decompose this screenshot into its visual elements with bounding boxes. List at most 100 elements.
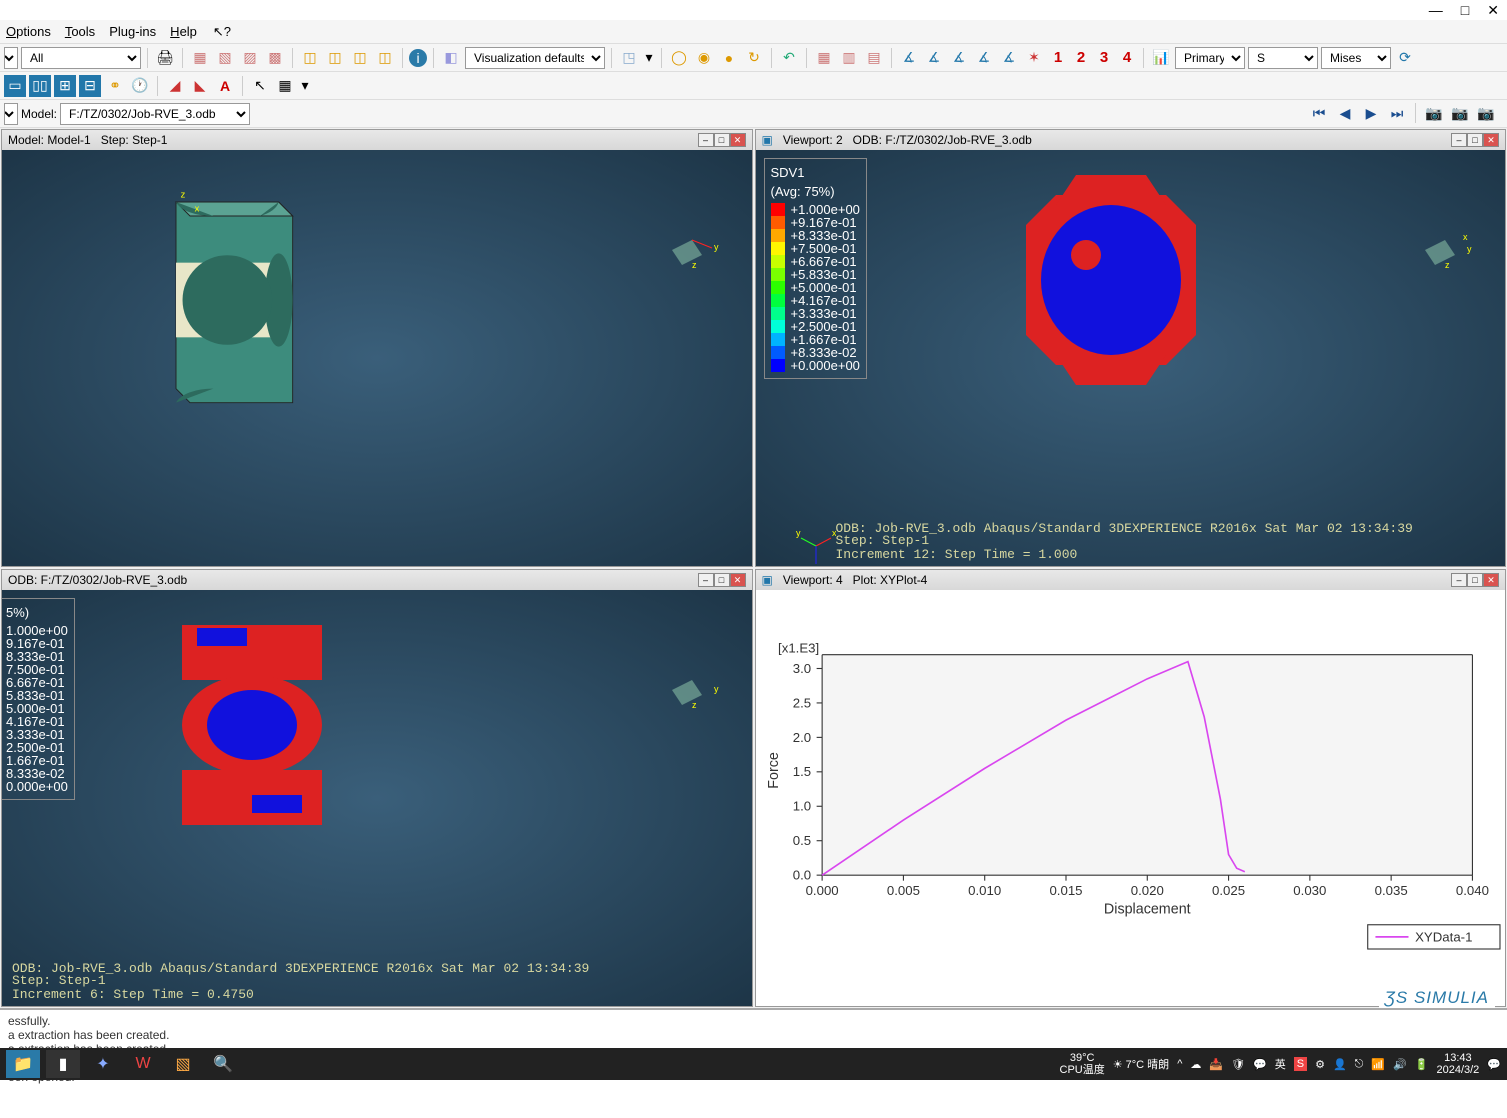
vp-double-icon[interactable]: ▯▯ bbox=[29, 75, 51, 97]
box-1-icon[interactable]: ◫ bbox=[299, 47, 321, 69]
first-frame-button[interactable]: ⏮ bbox=[1308, 103, 1330, 125]
taskbar-terminal-icon[interactable]: ▮ bbox=[46, 1050, 80, 1078]
cpu-temp-widget[interactable]: 39°CCPU温度 bbox=[1060, 1052, 1105, 1076]
cube-fill-icon[interactable]: ▧ bbox=[214, 47, 236, 69]
circle-hollow-icon[interactable]: ◯ bbox=[668, 47, 690, 69]
pane-bl-min[interactable]: – bbox=[698, 573, 714, 587]
tray-shield-icon[interactable]: 🛡 bbox=[1231, 1058, 1245, 1071]
pane-br-min[interactable]: – bbox=[1451, 573, 1467, 587]
prev-frame-button[interactable]: ◀ bbox=[1334, 103, 1356, 125]
translucent-icon[interactable]: ◧ bbox=[440, 47, 462, 69]
weather-widget[interactable]: ☀ 7°C 晴朗 bbox=[1113, 1056, 1169, 1072]
pointer-icon[interactable]: ↖ bbox=[249, 75, 271, 97]
context-dropdown[interactable] bbox=[4, 47, 18, 69]
pane-bl-close[interactable]: ✕ bbox=[730, 573, 746, 587]
circle-dot-icon[interactable]: ◉ bbox=[693, 47, 715, 69]
pane-tr-max[interactable]: □ bbox=[1467, 133, 1483, 147]
taskbar-app-icon[interactable]: ✦ bbox=[86, 1050, 120, 1078]
taskbar-search-icon[interactable]: 🔍 bbox=[206, 1050, 240, 1078]
viewport-top-left[interactable]: Model: Model-1 Step: Step-1 – □ ✕ bbox=[1, 129, 753, 567]
cube-shade-icon[interactable]: ▨ bbox=[239, 47, 261, 69]
clock-icon[interactable]: 🕐 bbox=[129, 75, 151, 97]
vp-quad-icon[interactable]: ⊞ bbox=[54, 75, 76, 97]
grid-3-icon[interactable]: ▤ bbox=[863, 47, 885, 69]
axis-y-icon[interactable]: ∡ bbox=[923, 47, 945, 69]
vp-tri-icon[interactable]: ⊟ bbox=[79, 75, 101, 97]
tray-chat-icon[interactable]: 💬 bbox=[1253, 1058, 1267, 1071]
box-4-icon[interactable]: ◫ bbox=[374, 47, 396, 69]
pane-tl-body[interactable]: z x y z bbox=[2, 150, 752, 566]
pane-tl-close[interactable]: ✕ bbox=[730, 133, 746, 147]
taskbar-sticky-icon[interactable]: ▧ bbox=[166, 1050, 200, 1078]
axis-z-icon[interactable]: ∡ bbox=[948, 47, 970, 69]
view-4-button[interactable]: 4 bbox=[1117, 47, 1137, 69]
info-icon[interactable]: i bbox=[409, 49, 427, 67]
link-icon[interactable]: ⚭ bbox=[104, 75, 126, 97]
sync-icon[interactable]: ⟳ bbox=[1394, 47, 1416, 69]
menu-options[interactable]: Options bbox=[6, 24, 51, 39]
view-2-button[interactable]: 2 bbox=[1071, 47, 1091, 69]
tray-battery-icon[interactable]: 🔋 bbox=[1415, 1058, 1429, 1071]
axis-x-icon[interactable]: ∡ bbox=[898, 47, 920, 69]
primary-dropdown[interactable]: Primary bbox=[1175, 47, 1245, 69]
pane-bl-max[interactable]: □ bbox=[714, 573, 730, 587]
dropdown-icon[interactable]: ▾ bbox=[643, 47, 655, 69]
cube-wire-icon[interactable]: ▦ bbox=[189, 47, 211, 69]
query-1-icon[interactable]: ◢ bbox=[164, 75, 186, 97]
menu-help[interactable]: Help bbox=[170, 24, 197, 39]
viewport-bottom-right[interactable]: ▣ Viewport: 4 Plot: XYPlot-4 – □ ✕ [x1.E… bbox=[755, 569, 1507, 1007]
menu-plugins[interactable]: Plug-ins bbox=[109, 24, 156, 39]
vp-single-icon[interactable]: ▭ bbox=[4, 75, 26, 97]
last-frame-button[interactable]: ⏭ bbox=[1386, 103, 1408, 125]
taskbar-wps-icon[interactable]: W bbox=[126, 1050, 160, 1078]
viewport-top-right[interactable]: ▣ Viewport: 2 ODB: F:/TZ/0302/Job-RVE_3.… bbox=[755, 129, 1507, 567]
pane-tr-body[interactable]: SDV1 (Avg: 75%) +1.000e+00+9.167e-01+8.3… bbox=[756, 150, 1506, 566]
cube-trans-icon[interactable]: ◳ bbox=[618, 47, 640, 69]
pane-tr-min[interactable]: – bbox=[1451, 133, 1467, 147]
filter-dropdown[interactable]: All bbox=[21, 47, 141, 69]
close-button[interactable]: ✕ bbox=[1487, 2, 1499, 19]
view-3-button[interactable]: 3 bbox=[1094, 47, 1114, 69]
tray-onedrive-icon[interactable]: 📥 bbox=[1209, 1058, 1223, 1071]
maximize-button[interactable]: □ bbox=[1461, 2, 1469, 18]
pane-br-max[interactable]: □ bbox=[1467, 573, 1483, 587]
model-path-dropdown[interactable]: F:/TZ/0302/Job-RVE_3.odb bbox=[60, 103, 250, 125]
viewport-bottom-left[interactable]: ODB: F:/TZ/0302/Job-RVE_3.odb – □ ✕ 5%) … bbox=[1, 569, 753, 1007]
menu-tools[interactable]: Tools bbox=[65, 24, 95, 39]
pane-br-close[interactable]: ✕ bbox=[1483, 573, 1499, 587]
camera-3-icon[interactable]: 📷 bbox=[1475, 103, 1497, 125]
text-a-icon[interactable]: A bbox=[214, 75, 236, 97]
axis-xz-icon[interactable]: ∡ bbox=[998, 47, 1020, 69]
circle-fill-icon[interactable]: ● bbox=[718, 47, 740, 69]
box-3-icon[interactable]: ◫ bbox=[349, 47, 371, 69]
variable-dropdown[interactable]: S bbox=[1248, 47, 1318, 69]
camera-2-icon[interactable]: 📷 bbox=[1449, 103, 1471, 125]
pane-br-body[interactable]: [x1.E3] 0.0000.0050.0100.0150.0200.0250.… bbox=[756, 590, 1506, 1006]
tray-misc-1-icon[interactable]: ⚙ bbox=[1315, 1058, 1325, 1071]
tray-ime-icon[interactable]: 英 bbox=[1275, 1056, 1286, 1072]
grid-2-icon[interactable]: ▥ bbox=[838, 47, 860, 69]
pane-tl-max[interactable]: □ bbox=[714, 133, 730, 147]
model-context-dropdown[interactable] bbox=[4, 103, 18, 125]
pane-tl-min[interactable]: – bbox=[698, 133, 714, 147]
tb2-dropdown-icon[interactable]: ▾ bbox=[299, 75, 311, 97]
tray-cloud-icon[interactable]: ☁ bbox=[1190, 1058, 1201, 1071]
query-2-icon[interactable]: ◣ bbox=[189, 75, 211, 97]
invariant-dropdown[interactable]: Mises bbox=[1321, 47, 1391, 69]
minimize-button[interactable]: — bbox=[1429, 2, 1443, 18]
tray-up-icon[interactable]: ^ bbox=[1177, 1058, 1182, 1070]
tray-misc-2-icon[interactable]: 👤 bbox=[1333, 1058, 1347, 1071]
refresh-icon[interactable]: ↻ bbox=[743, 47, 765, 69]
tray-wifi-icon[interactable]: 📶 bbox=[1371, 1058, 1385, 1071]
table-icon[interactable]: ▦ bbox=[274, 75, 296, 97]
cube-mesh-icon[interactable]: ▩ bbox=[264, 47, 286, 69]
tray-misc-3-icon[interactable]: ⎋ bbox=[1355, 1058, 1364, 1071]
taskbar-clock[interactable]: 13:432024/3/2 bbox=[1436, 1052, 1479, 1076]
box-2-icon[interactable]: ◫ bbox=[324, 47, 346, 69]
scale-icon[interactable]: 📊 bbox=[1150, 47, 1172, 69]
pane-bl-body[interactable]: 5%) 1.000e+009.167e-018.333e-017.500e-01… bbox=[2, 590, 752, 1006]
axis-xy-icon[interactable]: ∡ bbox=[973, 47, 995, 69]
vis-defaults-dropdown[interactable]: Visualization defaults bbox=[465, 47, 605, 69]
pane-tr-close[interactable]: ✕ bbox=[1483, 133, 1499, 147]
tray-notification-icon[interactable]: 💬 bbox=[1487, 1058, 1501, 1071]
